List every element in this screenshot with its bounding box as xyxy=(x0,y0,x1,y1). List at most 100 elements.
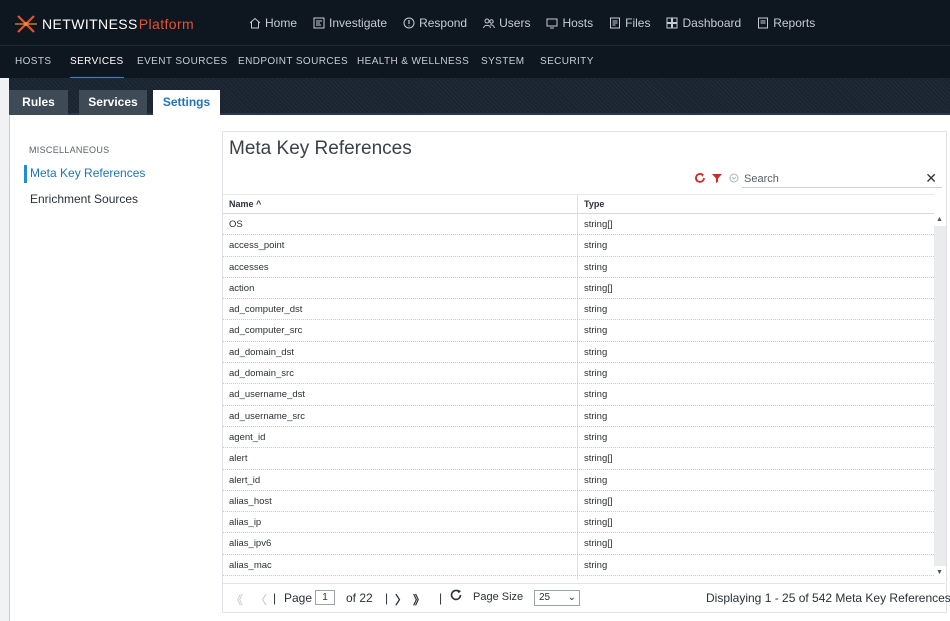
page-size-label: Page Size xyxy=(473,591,524,603)
table-row[interactable]: ad_domain_src string xyxy=(223,363,934,385)
table-row[interactable]: OS string[] xyxy=(223,214,934,236)
main-nav: Home Investigate Respond Users Hosts Fil… xyxy=(248,16,830,30)
pager-separator: | xyxy=(439,591,443,605)
column-header-type[interactable]: Type xyxy=(584,199,604,209)
table-row[interactable]: ad_username_src string xyxy=(223,406,934,427)
subnav-security[interactable]: SECURITY xyxy=(540,46,594,79)
cell-name: ad_username_dst xyxy=(229,389,306,401)
search-box: ✕ xyxy=(742,169,942,188)
pager-separator: | xyxy=(273,591,277,605)
page-number-input[interactable]: 1 xyxy=(315,590,335,605)
cell-type: string xyxy=(584,261,608,273)
sidebar-item-meta-key-references[interactable]: Meta Key References xyxy=(30,166,145,180)
table-row[interactable]: agent_id string xyxy=(223,427,934,449)
table-body: OS string[] access_point string accesses st… xyxy=(223,214,934,577)
nav-users-label: Users xyxy=(499,16,531,30)
cell-type: string[] xyxy=(584,282,613,294)
cell-type: string xyxy=(584,304,608,316)
table-row[interactable]: ad_computer_src string xyxy=(223,320,934,342)
nav-dashboard[interactable]: Dashboard xyxy=(665,16,741,30)
nav-investigate-label: Investigate xyxy=(329,16,388,30)
cell-name: ad_username_src xyxy=(229,410,306,422)
subnav-health-wellness[interactable]: HEALTH & WELLNESS xyxy=(357,46,469,79)
table-row[interactable]: alias_mac string xyxy=(223,555,934,577)
scroll-track[interactable] xyxy=(934,226,946,566)
nav-files-label: Files xyxy=(625,16,651,30)
users-icon xyxy=(482,16,496,30)
table-row[interactable]: alert string[] xyxy=(223,448,934,470)
table-row[interactable]: action string[] xyxy=(223,278,934,300)
table-row[interactable]: accesses string xyxy=(223,257,934,278)
cell-name: alert xyxy=(229,453,248,465)
brand-logo[interactable]: NETWITNESS Platform xyxy=(14,14,194,34)
subnav-event-sources[interactable]: EVENT SOURCES xyxy=(137,46,228,79)
cell-type: string[] xyxy=(584,517,613,529)
table-row[interactable]: alias_host string[] xyxy=(223,491,934,513)
next-page-icon[interactable]: 〉 xyxy=(395,591,407,608)
cell-name: ad_domain_src xyxy=(229,368,294,380)
page-title: Meta Key References xyxy=(229,138,412,159)
nav-dashboard-label: Dashboard xyxy=(682,16,742,30)
top-bar: NETWITNESS Platform Home Investigate Res… xyxy=(0,0,950,45)
last-page-icon[interactable]: 》 xyxy=(413,591,425,608)
table-row[interactable]: alert_id string xyxy=(223,470,934,491)
reload-icon[interactable] xyxy=(449,588,463,605)
scroll-down-icon[interactable]: ▼ xyxy=(936,569,943,576)
nav-hosts-label: Hosts xyxy=(562,16,594,30)
table-row[interactable]: ad_computer_dst string xyxy=(223,299,934,321)
table-row[interactable]: ad_domain_dst string xyxy=(223,342,934,364)
grid-toolbar xyxy=(693,169,744,187)
admin-sub-nav: HOSTS SERVICES EVENT SOURCES ENDPOINT SO… xyxy=(0,45,950,79)
nav-files[interactable]: Files xyxy=(608,16,650,30)
table-row[interactable]: access_point string xyxy=(223,235,934,257)
nav-hosts[interactable]: Hosts xyxy=(545,16,593,30)
netwitness-logo-icon xyxy=(15,15,37,33)
subnav-services[interactable]: SERVICES xyxy=(70,46,124,79)
cell-type: string xyxy=(584,325,608,337)
scroll-up-icon[interactable]: ▲ xyxy=(936,216,943,223)
subnav-hosts[interactable]: HOSTS xyxy=(15,46,51,79)
first-page-icon[interactable]: 《 xyxy=(231,591,243,608)
filter-dropdown-icon[interactable] xyxy=(727,171,741,185)
pager-separator: | xyxy=(385,591,389,605)
content-divider xyxy=(9,115,10,621)
dashboard-icon xyxy=(665,16,679,30)
cell-type: string xyxy=(584,368,608,380)
table-row[interactable]: alias_ip string[] xyxy=(223,512,934,534)
cell-name: agent_id xyxy=(229,431,266,443)
page-size-value: 25 xyxy=(539,592,551,603)
cell-name: alert_id xyxy=(229,474,261,486)
table-scrollbar[interactable]: ▲ ▼ xyxy=(934,214,946,580)
cell-type: string xyxy=(584,431,608,443)
nav-respond[interactable]: Respond xyxy=(402,16,467,30)
cell-name: access_point xyxy=(229,240,285,252)
cell-name: alias_host xyxy=(229,495,272,507)
pagination-bar: 《 〈 | Page 1 of 22 | 〉 》 | Page Size 25 … xyxy=(223,583,950,610)
cell-name: alias_ip xyxy=(229,517,262,529)
chevron-down-icon: ⌄ xyxy=(567,592,576,603)
table-row[interactable]: ad_username_dst string xyxy=(223,384,934,406)
page-tab-strip: Rules Services Settings xyxy=(9,78,950,115)
table-header: Name ^ Type xyxy=(223,194,934,214)
table-row[interactable]: alias_ipv6 string[] xyxy=(223,533,934,555)
previous-page-icon[interactable]: 〈 xyxy=(255,591,267,608)
cell-type: string xyxy=(584,389,608,401)
nav-reports[interactable]: Reports xyxy=(756,16,815,30)
tab-services[interactable]: Services xyxy=(79,90,147,115)
column-header-name[interactable]: Name ^ xyxy=(229,199,261,209)
nav-investigate[interactable]: Investigate xyxy=(312,16,387,30)
clear-search-icon[interactable]: ✕ xyxy=(925,170,937,187)
cell-name: ad_computer_src xyxy=(229,325,303,337)
tab-settings[interactable]: Settings xyxy=(153,90,220,115)
refresh-icon[interactable] xyxy=(693,171,707,185)
search-input[interactable] xyxy=(742,170,922,188)
page-size-select[interactable]: 25 ⌄ xyxy=(534,590,580,606)
filter-icon[interactable] xyxy=(710,171,724,185)
nav-home[interactable]: Home xyxy=(248,16,297,30)
nav-users[interactable]: Users xyxy=(482,16,530,30)
sidebar-item-enrichment-sources[interactable]: Enrichment Sources xyxy=(30,192,138,206)
tab-rules[interactable]: Rules xyxy=(9,90,68,115)
subnav-system[interactable]: SYSTEM xyxy=(481,46,525,79)
sidebar-active-indicator xyxy=(24,165,27,183)
subnav-endpoint-sources[interactable]: ENDPOINT SOURCES xyxy=(238,46,348,79)
